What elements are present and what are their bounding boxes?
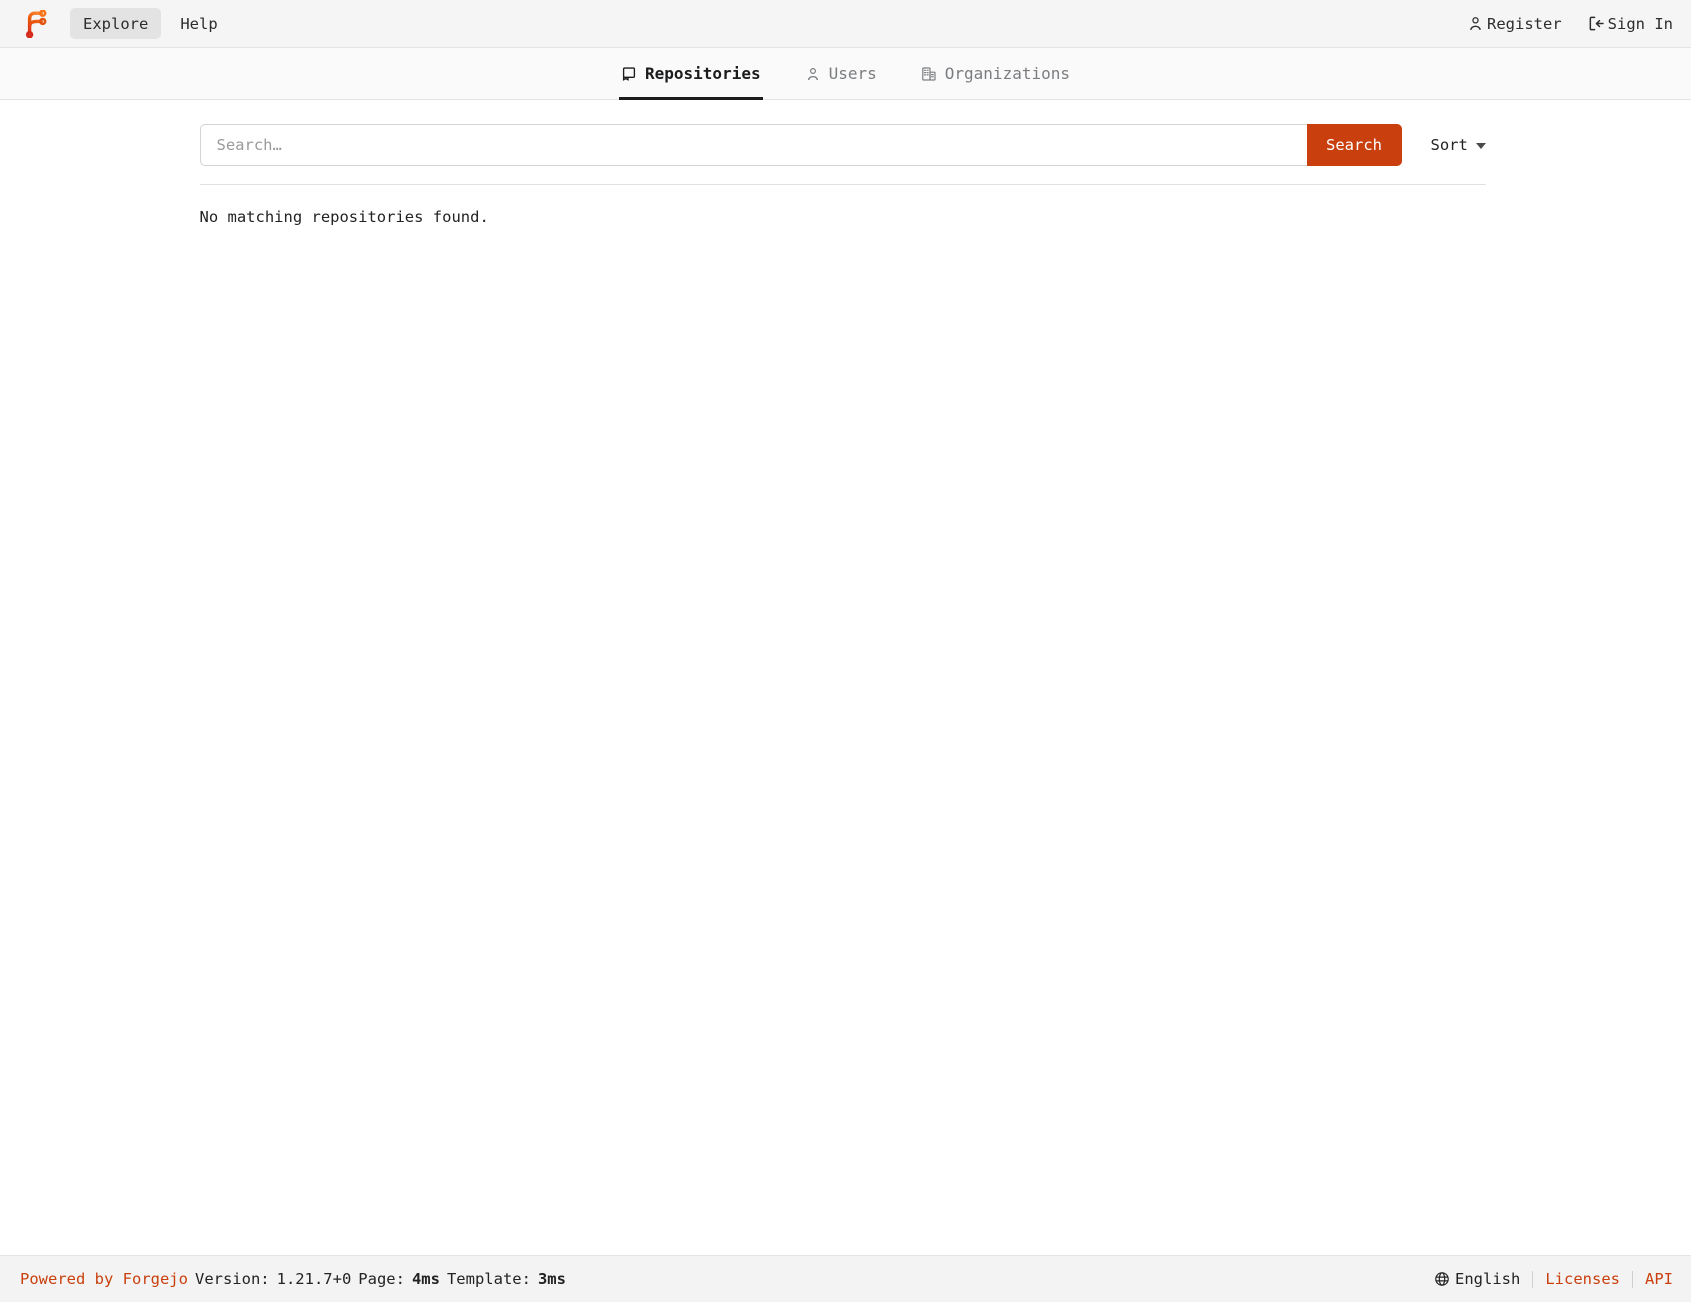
page-time-value: 4ms — [411, 1270, 440, 1288]
tab-repositories[interactable]: Repositories — [599, 48, 783, 100]
nav-item-help-label: Help — [180, 14, 218, 33]
no-results-message: No matching repositories found. — [199, 208, 489, 226]
page-footer: Powered by Forgejo Version: 1.21.7+0 Pag… — [0, 1255, 1691, 1302]
sign-in-icon — [1588, 15, 1605, 32]
page-time-label: Page: — [358, 1270, 405, 1288]
top-navbar: Explore Help Register Sign In — [0, 0, 1691, 48]
navbar-right-group: Register Sign In — [1467, 15, 1673, 33]
footer-left-group: Powered by Forgejo Version: 1.21.7+0 Pag… — [20, 1270, 566, 1288]
nav-link-register-label: Register — [1487, 14, 1562, 33]
template-time-value: 3ms — [537, 1270, 566, 1288]
search-row: Search Sort — [199, 124, 1492, 166]
person-icon — [1467, 15, 1484, 32]
tab-users[interactable]: Users — [783, 48, 899, 99]
tab-repositories-label: Repositories — [645, 64, 761, 83]
template-time-label: Template: — [446, 1270, 531, 1288]
navbar-left-group: Explore Help — [20, 8, 231, 40]
organization-icon — [921, 66, 937, 82]
nav-link-sign-in-label: Sign In — [1607, 14, 1673, 33]
language-selector[interactable]: English — [1434, 1270, 1520, 1288]
explore-container: Search Sort No matching repositories fou… — [196, 124, 1496, 226]
person-icon — [805, 66, 821, 82]
nav-link-register[interactable]: Register — [1467, 15, 1562, 33]
footer-divider — [1532, 1270, 1534, 1288]
powered-by-forgejo-link[interactable]: Powered by Forgejo — [20, 1270, 188, 1288]
sort-dropdown-label: Sort — [1430, 136, 1468, 154]
tab-organizations[interactable]: Organizations — [899, 48, 1092, 99]
nav-item-help[interactable]: Help — [167, 8, 230, 39]
nav-item-explore[interactable]: Explore — [70, 8, 162, 39]
main-content: Search Sort No matching repositories fou… — [0, 100, 1691, 1255]
sort-dropdown[interactable]: Sort — [1431, 124, 1486, 166]
nav-item-explore-label: Explore — [83, 14, 149, 33]
footer-divider — [1632, 1270, 1633, 1288]
language-label: English — [1455, 1270, 1521, 1288]
licenses-link[interactable]: Licenses — [1545, 1270, 1620, 1288]
version-label: Version: — [194, 1270, 270, 1288]
globe-icon — [1434, 1271, 1450, 1287]
tab-users-label: Users — [828, 64, 877, 83]
footer-right-group: English Licenses API — [1434, 1270, 1673, 1288]
api-link[interactable]: API — [1645, 1270, 1673, 1288]
forgejo-logo-icon[interactable] — [20, 8, 50, 40]
version-value: 1.21.7+0 — [276, 1270, 352, 1288]
search-button[interactable]: Search — [1306, 124, 1402, 166]
nav-link-sign-in[interactable]: Sign In — [1588, 15, 1673, 33]
page-root: Explore Help Register Sign In Repositori… — [0, 0, 1691, 1302]
repo-icon — [621, 66, 637, 82]
tab-organizations-label: Organizations — [944, 64, 1070, 83]
explore-tabbar: Repositories Users Organizations — [0, 48, 1691, 100]
search-input[interactable] — [199, 124, 1307, 166]
chevron-down-icon — [1475, 143, 1486, 149]
content-divider — [199, 184, 1486, 185]
